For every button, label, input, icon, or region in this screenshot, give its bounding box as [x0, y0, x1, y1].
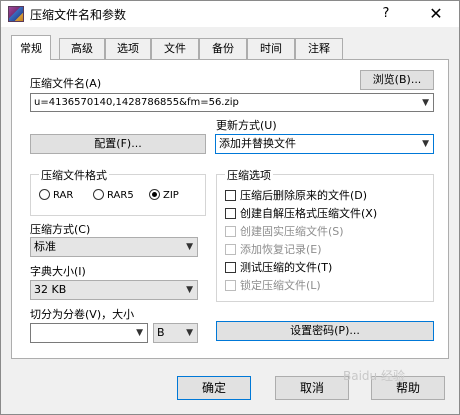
format-group: 压缩文件格式 RAR RAR5 ZIP [30, 167, 206, 216]
checkbox-box [225, 262, 236, 273]
split-size-input[interactable]: ▼ [30, 323, 148, 343]
chevron-down-icon[interactable]: ▼ [422, 94, 429, 111]
window-title: 压缩文件名和参数 [30, 8, 127, 22]
method-select[interactable]: 标准 ▼ [30, 237, 198, 257]
checkbox-test-archive[interactable]: 测试压缩的文件(T) [225, 259, 332, 275]
chevron-down-icon: ▼ [136, 328, 143, 338]
split-label: 切分为分卷(V)，大小 [30, 308, 135, 321]
checkbox-solid-archive: 创建固实压缩文件(S) [225, 223, 344, 239]
winrar-icon [8, 6, 24, 22]
compression-options-title: 压缩选项 [225, 167, 273, 183]
checkbox-box [225, 226, 236, 237]
radio-circle [39, 189, 50, 200]
radio-circle [93, 189, 104, 200]
cancel-button[interactable]: 取消 [275, 376, 349, 400]
update-mode-label: 更新方式(U) [216, 119, 277, 132]
tab-time[interactable]: 时间 [247, 38, 295, 59]
title-bar: 压缩文件名和参数 ? ✕ [1, 1, 459, 27]
profiles-button[interactable]: 配置(F)... [30, 134, 206, 154]
tab-options[interactable]: 选项 [105, 38, 151, 59]
ok-button[interactable]: 确定 [177, 376, 251, 400]
chevron-down-icon: ▼ [186, 242, 193, 252]
baidu-watermark: Baidu 经验 [343, 369, 405, 383]
chevron-down-icon: ▼ [186, 285, 193, 295]
dictionary-value: 32 KB [34, 283, 67, 296]
checkbox-box [225, 280, 236, 291]
checkbox-delete-after[interactable]: 压缩后删除原来的文件(D) [225, 187, 367, 203]
checkbox-box [225, 208, 236, 219]
checkbox-lock-archive: 锁定压缩文件(L) [225, 277, 321, 293]
format-radio-zip[interactable]: ZIP [149, 189, 179, 201]
format-radio-rar[interactable]: RAR [39, 189, 73, 201]
dialog-window: 压缩文件名和参数 ? ✕ 常规 高级 选项 文件 备份 时间 注释 压缩文件名(… [0, 0, 460, 415]
tab-comment[interactable]: 注释 [295, 38, 343, 59]
format-group-title: 压缩文件格式 [39, 167, 109, 183]
chevron-down-icon: ▼ [186, 328, 193, 338]
dictionary-label: 字典大小(I) [30, 265, 86, 278]
help-title-button[interactable]: ? [377, 5, 395, 23]
split-unit-select[interactable]: B ▼ [153, 323, 198, 343]
close-icon[interactable]: ✕ [425, 4, 447, 24]
tab-general[interactable]: 常规 [11, 35, 51, 60]
tab-backup[interactable]: 备份 [199, 38, 247, 59]
archive-name-label: 压缩文件名(A) [30, 77, 102, 90]
checkbox-box [225, 190, 236, 201]
dictionary-select[interactable]: 32 KB ▼ [30, 280, 198, 300]
radio-circle-selected [149, 189, 160, 200]
tab-files[interactable]: 文件 [151, 38, 199, 59]
checkbox-recovery-record: 添加恢复记录(E) [225, 241, 322, 257]
tab-advanced[interactable]: 高级 [59, 38, 105, 59]
format-radio-rar5[interactable]: RAR5 [93, 189, 134, 201]
checkbox-box [225, 244, 236, 255]
archive-name-input[interactable]: u=4136570140,1428786855&fm=56.zip ▼ [30, 93, 434, 112]
archive-name-value: u=4136570140,1428786855&fm=56.zip [34, 97, 239, 108]
compression-options-group: 压缩选项 压缩后删除原来的文件(D) 创建自解压格式压缩文件(X) 创建固实压缩… [216, 167, 434, 302]
update-mode-value: 添加并替换文件 [219, 137, 296, 150]
split-unit-value: B [157, 326, 165, 339]
set-password-button[interactable]: 设置密码(P)... [216, 321, 434, 341]
browse-button[interactable]: 浏览(B)... [360, 70, 434, 90]
general-panel: 压缩文件名(A) 浏览(B)... u=4136570140,142878685… [11, 59, 449, 359]
chevron-down-icon: ▼ [422, 139, 429, 149]
update-mode-select[interactable]: 添加并替换文件 ▼ [215, 134, 434, 154]
checkbox-create-sfx[interactable]: 创建自解压格式压缩文件(X) [225, 205, 377, 221]
method-value: 标准 [34, 240, 56, 253]
method-label: 压缩方式(C) [30, 223, 91, 236]
